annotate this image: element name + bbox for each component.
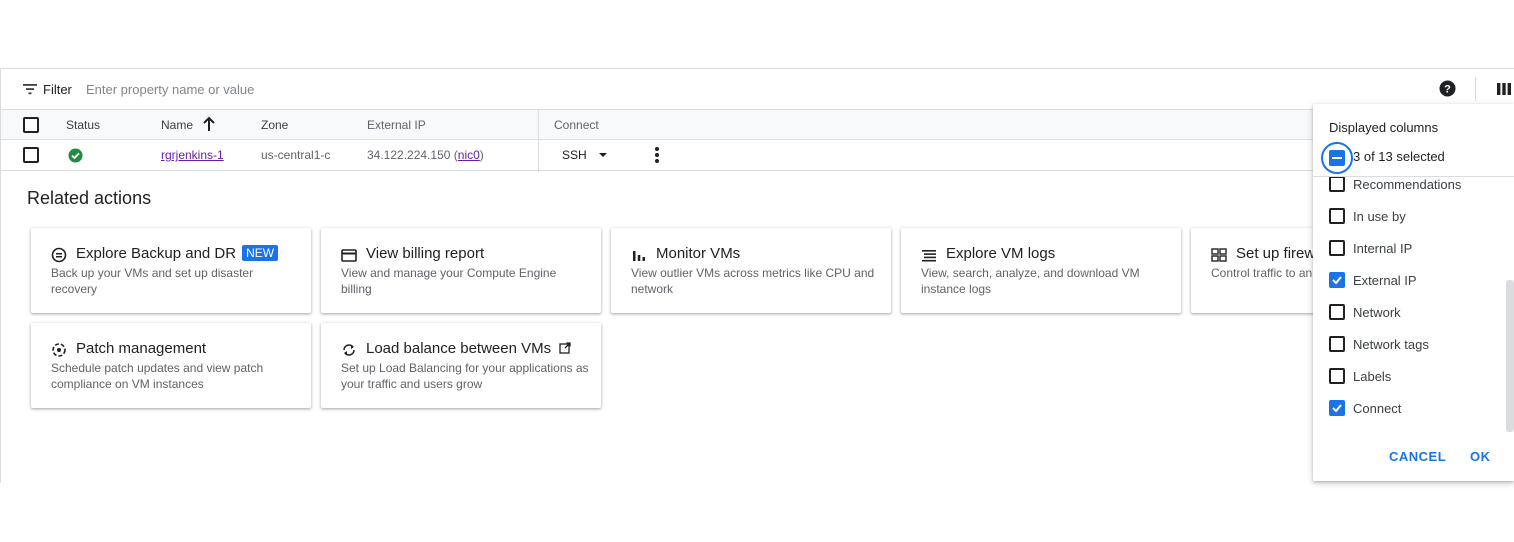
table-header: Status Name Zone External IP Connect [1,110,1514,140]
column-option[interactable]: Labels [1329,365,1509,387]
instance-name-link[interactable]: rgrjenkins-1 [161,148,224,162]
column-checkbox[interactable] [1329,208,1345,224]
header-name[interactable]: Name [161,118,193,132]
column-label: External IP [1353,273,1417,288]
svg-text:?: ? [1444,84,1451,96]
check-icon [1332,276,1342,285]
column-label: Internal IP [1353,241,1413,256]
column-label: In use by [1353,209,1406,224]
select-all-checkbox[interactable] [23,117,39,133]
card-description: Schedule patch updates and view patch co… [51,361,264,391]
patch-icon [52,343,66,357]
card-description: Back up your VMs and set up disaster rec… [51,266,254,296]
row-checkbox[interactable] [23,147,39,163]
related-actions-title: Related actions [27,188,152,208]
card-title: View billing report [366,245,485,262]
column-label: Connect [1353,401,1402,416]
card-title: Set up firew [1236,245,1316,262]
ssh-button[interactable]: SSH [562,148,587,162]
vm-instances-panel: Filter Enter property name or value ? St… [0,68,1514,483]
column-checkbox[interactable] [1329,177,1345,192]
card-patch-management[interactable]: Patch management Schedule patch updates … [31,323,311,408]
displayed-columns-panel: Displayed columns 3 of 13 selected Recom… [1313,104,1514,481]
card-description: View outlier VMs across metrics like CPU… [631,266,875,296]
card-backup-dr[interactable]: Explore Backup and DR NEW Back up your VM… [31,228,311,313]
column-checkbox-checked[interactable] [1329,400,1345,416]
column-option[interactable]: In use by [1329,205,1509,227]
column-checkbox[interactable] [1329,304,1345,320]
new-badge: NEW [242,245,279,261]
scrollbar-thumb[interactable] [1506,280,1514,432]
header-status[interactable]: Status [66,118,100,132]
column-list: Recommendations In use by Internal IP Ex… [1313,176,1514,430]
filter-input[interactable]: Enter property name or value [86,82,254,97]
select-all-columns-checkbox[interactable] [1329,150,1345,166]
filter-bar: Filter Enter property name or value ? [1,69,1514,110]
header-external-ip[interactable]: External IP [367,118,426,132]
nic-link[interactable]: nic0 [458,148,480,162]
more-vert-icon[interactable] [652,146,662,164]
card-title: Load balance between VMs [366,340,571,357]
instance-zone: us-central1-c [261,148,331,162]
header-zone[interactable]: Zone [261,118,288,132]
filter-label[interactable]: Filter [43,82,72,97]
column-option[interactable]: External IP [1329,269,1509,291]
instance-external-ip: 34.122.224.150 (nic0) [367,148,484,162]
column-checkbox[interactable] [1329,368,1345,384]
column-checkbox-checked[interactable] [1329,272,1345,288]
panel-title: Displayed columns [1329,120,1439,135]
card-title: Patch management [76,340,207,357]
card-description: View and manage your Compute Engine bill… [341,266,557,296]
card-monitor-vms[interactable]: Monitor VMs View outlier VMs across metr… [611,228,891,313]
column-option[interactable]: Network [1329,301,1509,323]
card-title: Explore VM logs [946,245,1056,262]
column-label: Labels [1353,369,1392,384]
cancel-button[interactable]: CANCEL [1389,449,1446,464]
card-description: Set up Load Balancing for your applicati… [341,361,589,391]
selected-count: 3 of 13 selected [1353,149,1445,164]
firewall-icon [1211,248,1227,262]
card-title: Monitor VMs [656,245,741,262]
help-icon[interactable]: ? [1439,80,1456,97]
card-load-balance[interactable]: Load balance between VMs Set up Load Bal… [321,323,601,408]
column-label: Recommendations [1353,177,1462,192]
filter-icon[interactable] [23,83,37,95]
backup-icon [51,247,67,263]
header-connect: Connect [554,118,599,132]
column-option[interactable]: Recommendations [1329,177,1509,195]
column-display-icon[interactable] [1496,82,1512,96]
card-vm-logs[interactable]: Explore VM logs View, search, analyze, a… [901,228,1181,313]
column-option[interactable]: Internal IP [1329,237,1509,259]
column-option[interactable]: Network tags [1329,333,1509,355]
column-label: Network tags [1353,337,1429,352]
external-link-icon [559,342,571,354]
logs-icon [922,250,936,262]
column-checkbox[interactable] [1329,336,1345,352]
check-icon [1332,404,1342,413]
toolbar-divider [1475,77,1476,101]
billing-icon [341,249,357,262]
ssh-dropdown-icon[interactable] [598,151,608,159]
status-running-icon [68,148,83,163]
column-checkbox[interactable] [1329,240,1345,256]
table-row: rgrjenkins-1 us-central1-c 34.122.224.15… [1,140,1514,171]
card-title: Explore Backup and DR NEW [76,245,279,262]
load-balance-icon [343,344,355,356]
card-billing-report[interactable]: View billing report View and manage your… [321,228,601,313]
column-label: Network [1353,305,1401,320]
ok-button[interactable]: OK [1470,449,1491,464]
bar-chart-icon [633,251,645,261]
sort-ascending-icon[interactable] [202,116,216,132]
card-description: View, search, analyze, and download VM i… [921,266,1140,296]
column-option[interactable]: Connect [1329,397,1509,419]
